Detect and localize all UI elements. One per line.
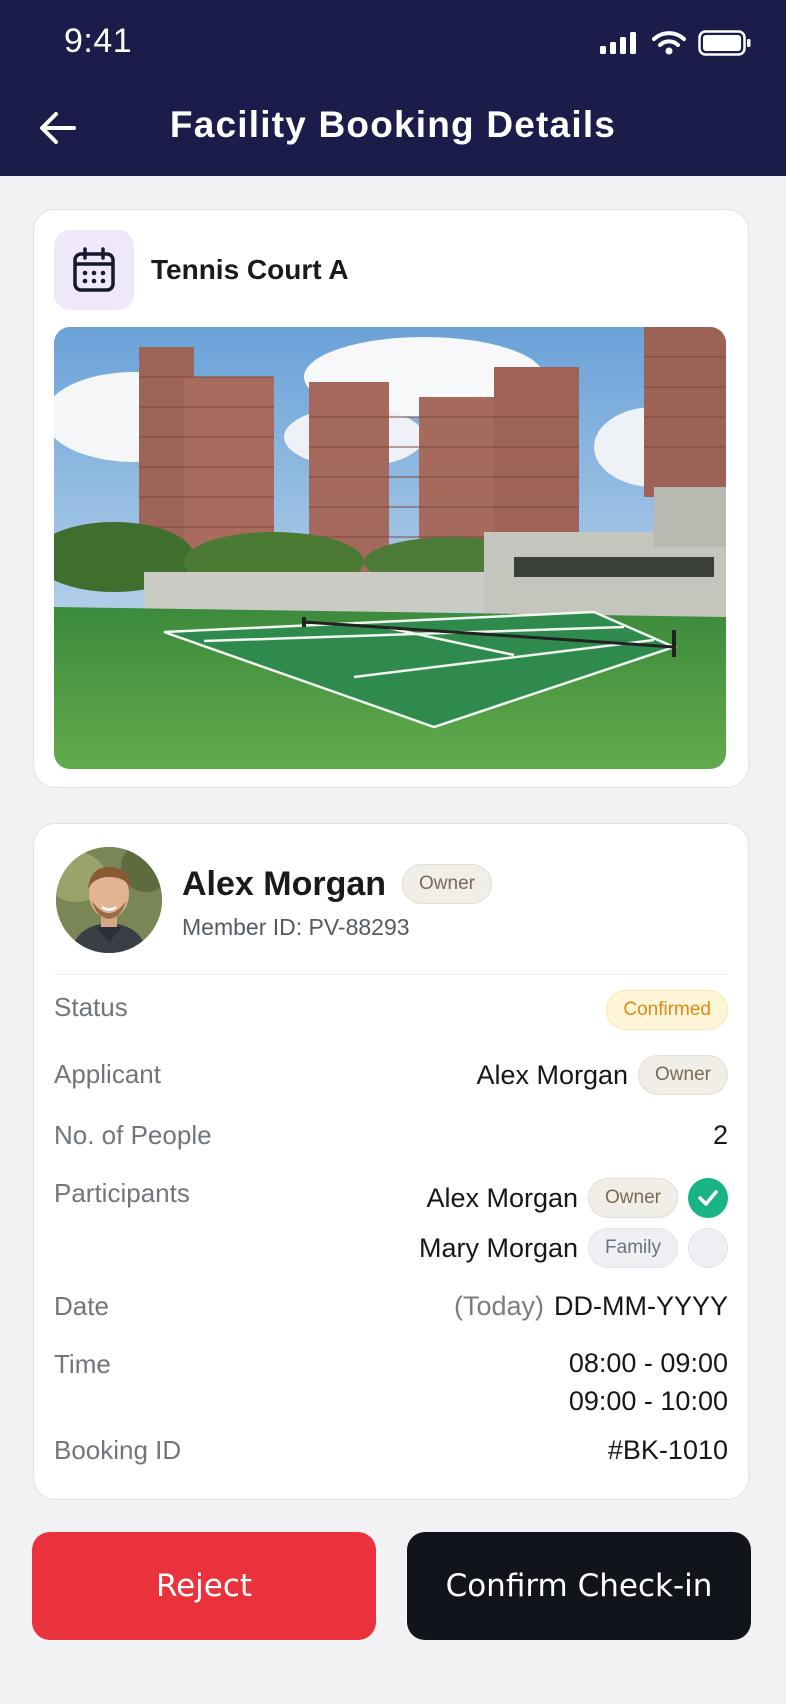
wifi-icon	[652, 31, 686, 55]
applicant-role-badge: Owner	[638, 1055, 728, 1095]
status-label: Status	[54, 992, 128, 1022]
facility-photo	[54, 327, 726, 769]
participant-role-badge: Owner	[588, 1178, 678, 1218]
date-text: DD-MM-YYYY	[554, 1291, 728, 1321]
date-label: Date	[54, 1291, 109, 1321]
date-value: (Today) DD-MM-YYYY	[454, 1291, 728, 1322]
participant-role-badge: Family	[588, 1228, 678, 1268]
battery-icon	[698, 30, 751, 56]
signal-icon	[600, 32, 636, 54]
booking-id-label: Booking ID	[54, 1435, 182, 1465]
status-icons	[600, 30, 752, 56]
participant-row: Alex Morgan Owner	[426, 1178, 728, 1218]
facility-card: Tennis Court A	[33, 209, 749, 788]
divider	[54, 974, 728, 975]
participant-name: Mary Morgan	[419, 1232, 579, 1263]
date-today-prefix: (Today)	[453, 1291, 544, 1321]
facility-icon-box	[54, 230, 134, 310]
participant-checkbox-unchecked[interactable]	[688, 1228, 728, 1268]
facility-name: Tennis Court A	[151, 254, 349, 285]
member-name: Alex Morgan	[182, 865, 387, 903]
avatar	[56, 847, 162, 953]
booking-id-value: #BK-1010	[607, 1435, 728, 1465]
page-title: Facility Booking Details	[169, 104, 617, 145]
participant-checkbox-checked[interactable]	[688, 1178, 728, 1218]
people-label: No. of People	[54, 1120, 212, 1150]
calendar-icon	[73, 247, 115, 292]
participant-row: Mary Morgan Family	[419, 1228, 728, 1268]
status-time: 9:41	[64, 22, 133, 60]
app-header: 9:41 Facility Booking Details	[0, 0, 786, 176]
booking-card: Alex Morgan Owner Member ID: PV-88293 St…	[33, 823, 749, 1500]
participant-name: Alex Morgan	[426, 1182, 579, 1213]
check-icon	[698, 1190, 718, 1206]
reject-button[interactable]: Reject	[32, 1532, 376, 1640]
participants-label: Participants	[54, 1178, 190, 1208]
status-badge: Confirmed	[606, 990, 728, 1030]
member-role-badge: Owner	[402, 864, 492, 904]
people-count: 2	[712, 1120, 728, 1150]
applicant-name: Alex Morgan	[476, 1059, 629, 1090]
applicant-value: Alex Morgan Owner	[476, 1055, 728, 1095]
member-id: Member ID: PV-88293	[182, 914, 410, 940]
time-label: Time	[54, 1349, 111, 1379]
time-slot: 09:00 - 10:00	[568, 1386, 728, 1416]
time-slot: 08:00 - 09:00	[568, 1348, 728, 1378]
confirm-checkin-button[interactable]: Confirm Check-in	[407, 1532, 751, 1640]
time-slots: 08:00 - 09:00 09:00 - 10:00	[569, 1344, 728, 1420]
applicant-label: Applicant	[54, 1059, 161, 1089]
